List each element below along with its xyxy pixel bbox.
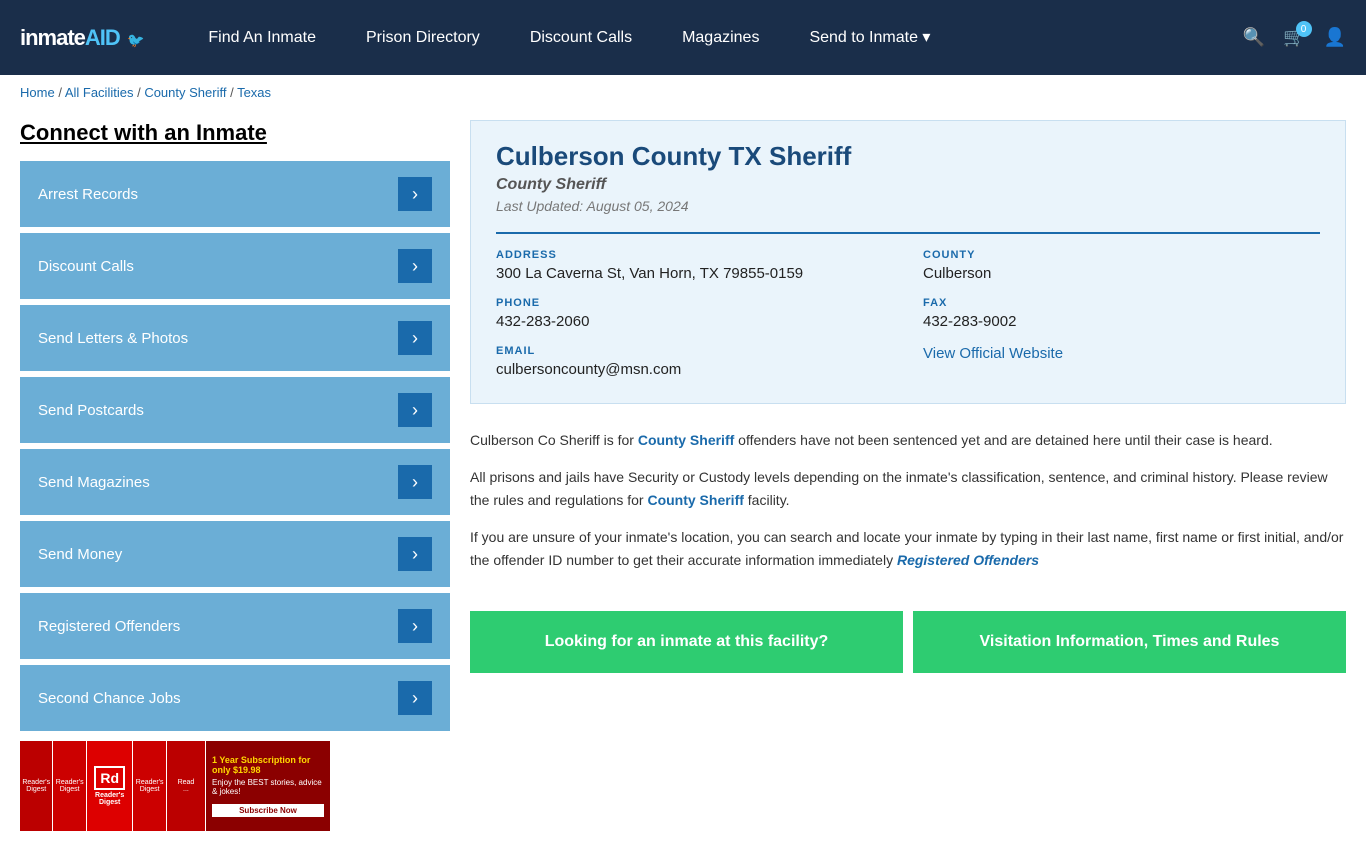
desc-para1-prefix: Culberson Co Sheriff is for [470, 432, 638, 448]
county-sheriff-link-1[interactable]: County Sheriff [638, 432, 734, 448]
breadcrumb-all-facilities[interactable]: All Facilities [65, 85, 134, 100]
search-icon[interactable]: 🔍 [1243, 27, 1265, 48]
arrow-icon: › [398, 465, 432, 499]
find-inmate-btn[interactable]: Looking for an inmate at this facility? [470, 611, 903, 673]
ad-subscribe-btn[interactable]: Subscribe Now [212, 804, 324, 817]
address-group: ADDRESS 300 La Caverna St, Van Horn, TX … [496, 249, 893, 282]
arrow-icon: › [398, 249, 432, 283]
content-area: Culberson County TX Sheriff County Sheri… [470, 120, 1346, 831]
arrow-icon: › [398, 393, 432, 427]
desc-para-3: If you are unsure of your inmate's locat… [470, 526, 1346, 571]
desc-para-1: Culberson Co Sheriff is for County Sheri… [470, 429, 1346, 451]
website-group: View Official Website [923, 345, 1320, 378]
registered-offenders-link[interactable]: Registered Offenders [897, 552, 1039, 568]
send-letters-btn[interactable]: Send Letters & Photos › [20, 305, 450, 371]
ad-cover-2: Reader'sDigest [53, 741, 86, 831]
nav-find-inmate[interactable]: Find An Inmate [183, 0, 341, 75]
breadcrumb: Home / All Facilities / County Sheriff /… [0, 75, 1366, 110]
ad-cover-1: Reader'sDigest [20, 741, 53, 831]
logo-aid: AID [85, 25, 120, 50]
registered-offenders-btn[interactable]: Registered Offenders › [20, 593, 450, 659]
main-container: Connect with an Inmate Arrest Records › … [0, 110, 1366, 851]
arrest-records-btn[interactable]: Arrest Records › [20, 161, 450, 227]
nav-discount-calls[interactable]: Discount Calls [505, 0, 657, 75]
fax-label: FAX [923, 297, 1320, 309]
desc-para2-text: All prisons and jails have Security or C… [470, 469, 1328, 507]
email-group: EMAIL culbersoncounty@msn.com [496, 345, 893, 378]
arrow-icon: › [398, 177, 432, 211]
nav-links: Find An Inmate Prison Directory Discount… [183, 0, 1242, 75]
ad-text-content: 1 Year Subscription for only $19.98 Enjo… [206, 741, 330, 831]
logo[interactable]: inmateAID 🐦 [20, 25, 143, 51]
navigation: inmateAID 🐦 Find An Inmate Prison Direct… [0, 0, 1366, 75]
facility-name: Culberson County TX Sheriff [496, 141, 1320, 172]
ad-price: 1 Year Subscription for only $19.98 [212, 755, 324, 775]
facility-type: County Sheriff [496, 176, 1320, 194]
send-magazines-label: Send Magazines [38, 474, 150, 491]
send-magazines-btn[interactable]: Send Magazines › [20, 449, 450, 515]
discount-calls-label: Discount Calls [38, 258, 134, 275]
county-value: Culberson [923, 265, 1320, 282]
email-value: culbersoncounty@msn.com [496, 361, 893, 378]
ad-cover-3: Reader'sDigest [133, 741, 166, 831]
ad-cover-4: Read... [167, 741, 206, 831]
send-letters-label: Send Letters & Photos [38, 330, 188, 347]
desc-para2-suffix: facility. [744, 492, 790, 508]
nav-prison-directory[interactable]: Prison Directory [341, 0, 505, 75]
facility-card: Culberson County TX Sheriff County Sheri… [470, 120, 1346, 404]
second-chance-jobs-label: Second Chance Jobs [38, 690, 181, 707]
registered-offenders-label: Registered Offenders [38, 618, 180, 635]
ad-cover-main: RdReader'sDigest [87, 741, 134, 831]
phone-label: PHONE [496, 297, 893, 309]
send-money-label: Send Money [38, 546, 122, 563]
discount-calls-btn[interactable]: Discount Calls › [20, 233, 450, 299]
address-value: 300 La Caverna St, Van Horn, TX 79855-01… [496, 265, 893, 282]
facility-updated: Last Updated: August 05, 2024 [496, 198, 1320, 214]
fax-value: 432-283-9002 [923, 313, 1320, 330]
user-icon[interactable]: 👤 [1324, 27, 1346, 48]
county-group: COUNTY Culberson [923, 249, 1320, 282]
second-chance-jobs-btn[interactable]: Second Chance Jobs › [20, 665, 450, 731]
desc-para-2: All prisons and jails have Security or C… [470, 466, 1346, 511]
nav-magazines[interactable]: Magazines [657, 0, 784, 75]
county-sheriff-link-2[interactable]: County Sheriff [647, 492, 743, 508]
nav-send-to-inmate[interactable]: Send to Inmate ▾ [784, 0, 955, 75]
breadcrumb-county-sheriff[interactable]: County Sheriff [144, 85, 226, 100]
arrow-icon: › [398, 321, 432, 355]
sidebar-title: Connect with an Inmate [20, 120, 450, 146]
breadcrumb-texas[interactable]: Texas [237, 85, 271, 100]
ad-tagline: Enjoy the BEST stories, advice & jokes! [212, 778, 324, 796]
fax-group: FAX 432-283-9002 [923, 297, 1320, 330]
send-money-btn[interactable]: Send Money › [20, 521, 450, 587]
facility-details: ADDRESS 300 La Caverna St, Van Horn, TX … [496, 232, 1320, 378]
sidebar-ad[interactable]: Reader'sDigest Reader'sDigest RdReader's… [20, 741, 330, 831]
ad-covers: Reader'sDigest Reader'sDigest RdReader's… [20, 741, 206, 831]
arrow-icon: › [398, 537, 432, 571]
phone-value: 432-283-2060 [496, 313, 893, 330]
arrow-icon: › [398, 681, 432, 715]
arrest-records-label: Arrest Records [38, 186, 138, 203]
arrow-icon: › [398, 609, 432, 643]
address-label: ADDRESS [496, 249, 893, 261]
ad-inner: Reader'sDigest Reader'sDigest RdReader's… [20, 741, 330, 831]
county-label: COUNTY [923, 249, 1320, 261]
send-postcards-label: Send Postcards [38, 402, 144, 419]
view-official-website-link[interactable]: View Official Website [923, 345, 1063, 362]
logo-text: inmateAID 🐦 [20, 25, 143, 51]
logo-inmate: inmate [20, 25, 85, 50]
send-postcards-btn[interactable]: Send Postcards › [20, 377, 450, 443]
bottom-buttons: Looking for an inmate at this facility? … [470, 611, 1346, 673]
cart-badge: 0 [1296, 21, 1312, 37]
desc-para1-suffix: offenders have not been sentenced yet an… [734, 432, 1272, 448]
cart-icon[interactable]: 🛒 0 [1283, 27, 1305, 48]
breadcrumb-home[interactable]: Home [20, 85, 55, 100]
description-section: Culberson Co Sheriff is for County Sheri… [470, 424, 1346, 591]
email-label: EMAIL [496, 345, 893, 357]
nav-icons: 🔍 🛒 0 👤 [1243, 27, 1346, 48]
phone-group: PHONE 432-283-2060 [496, 297, 893, 330]
visitation-info-btn[interactable]: Visitation Information, Times and Rules [913, 611, 1346, 673]
logo-bird-icon: 🐦 [127, 32, 143, 48]
sidebar: Connect with an Inmate Arrest Records › … [20, 120, 450, 831]
